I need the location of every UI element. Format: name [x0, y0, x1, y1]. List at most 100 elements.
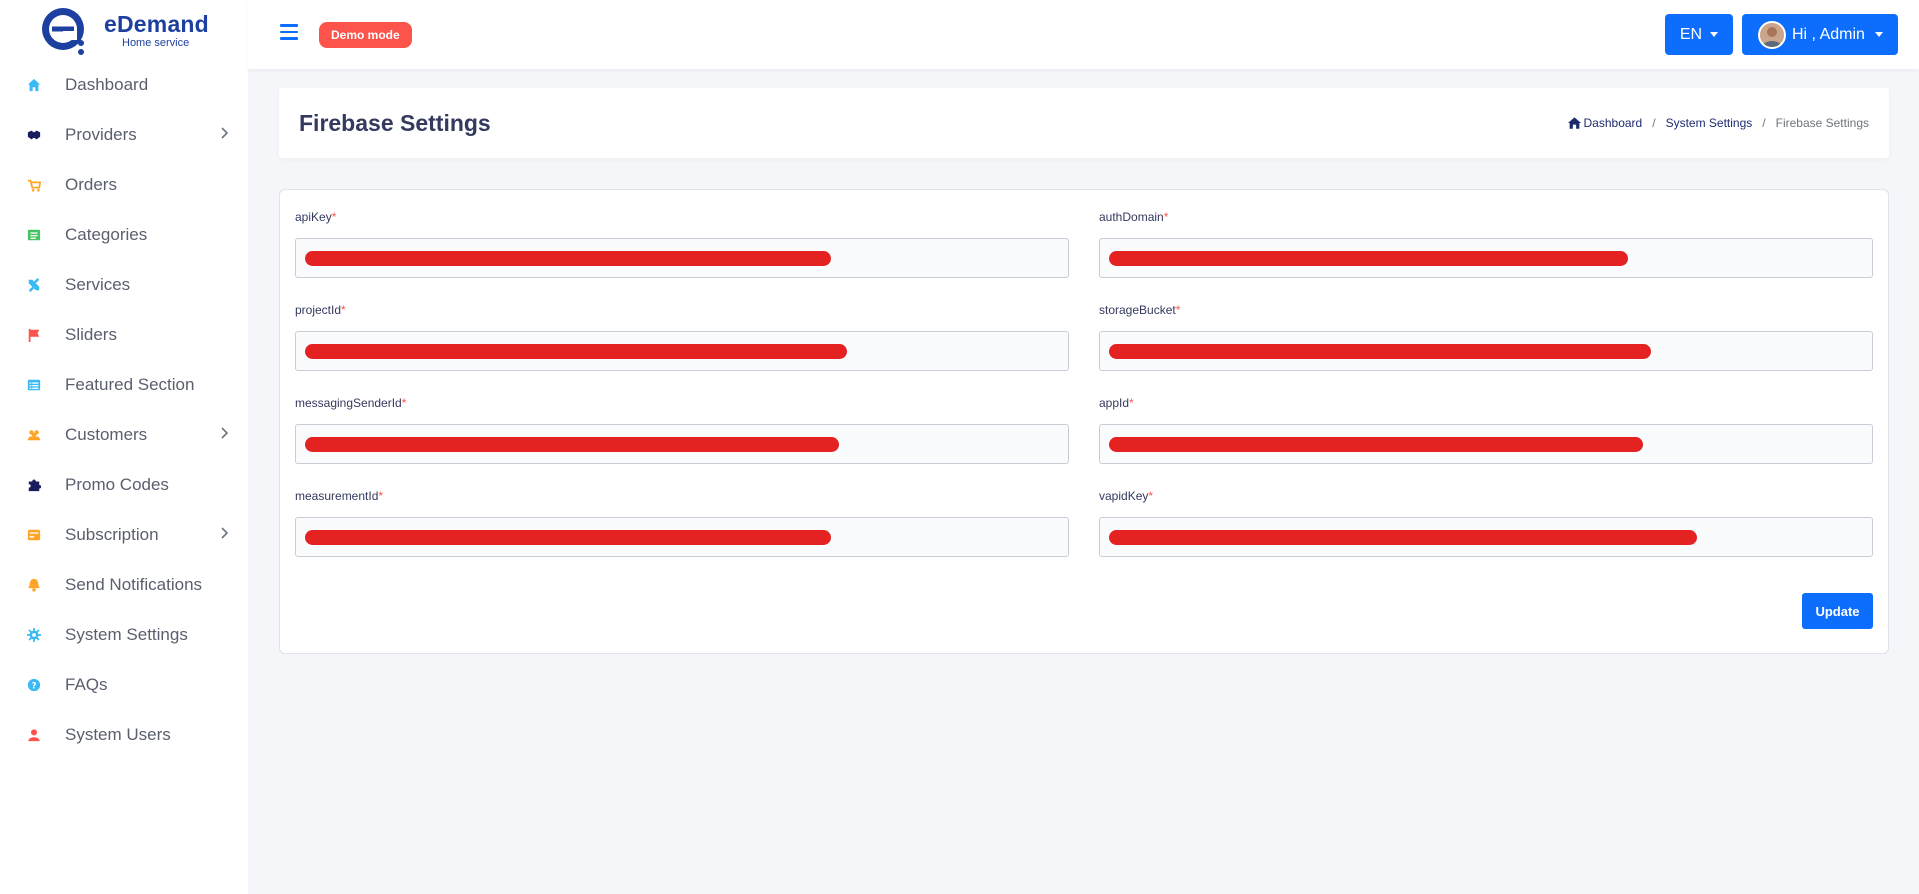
chevron-right-icon [221, 127, 229, 139]
app-id-label: appId* [1099, 396, 1134, 410]
sidebar-item-label: System Users [65, 725, 171, 744]
sidebar-item-label: System Settings [65, 625, 188, 644]
handshake-icon [26, 127, 42, 143]
user-icon [26, 727, 42, 743]
bell-icon [26, 577, 42, 593]
sidebar-item-customers[interactable]: Customers [0, 410, 248, 460]
page-header: Firebase Settings Dashboard / System Set… [279, 88, 1889, 158]
project-id-input[interactable] [295, 331, 1069, 371]
firebase-settings-card: apiKey* authDomain* projectId* storageBucke… [279, 189, 1889, 654]
api-key-label: apiKey* [295, 210, 337, 224]
project-id-field-group: projectId* [295, 303, 1069, 371]
caret-down-icon [1874, 32, 1883, 37]
measurement-id-input[interactable] [295, 517, 1069, 557]
sidebar-item-system-settings[interactable]: System Settings [0, 610, 248, 660]
sidebar-item-label: Customers [65, 425, 148, 444]
page-title: Firebase Settings [299, 110, 491, 136]
edemand-logo-icon [42, 8, 84, 55]
auth-domain-input[interactable] [1099, 238, 1873, 278]
brand-name: eDemand [104, 11, 209, 37]
messaging-sender-id-field-group: messagingSenderId* [295, 396, 1069, 464]
chevron-right-icon [221, 527, 229, 539]
home-icon [1567, 117, 1581, 129]
messaging-sender-id-label: messagingSenderId* [295, 396, 407, 410]
storage-bucket-label: storageBucket* [1099, 303, 1181, 317]
required-marker: * [401, 396, 407, 410]
breadcrumb-separator: / [1762, 116, 1766, 130]
redaction-mark [1109, 344, 1651, 359]
sidebar-item-label: Send Notifications [65, 575, 203, 594]
vapid-key-input[interactable] [1099, 517, 1873, 557]
redaction-mark [305, 251, 831, 266]
required-marker: * [1129, 396, 1134, 410]
sidebar-item-sliders[interactable]: Sliders [0, 310, 248, 360]
app-id-input[interactable] [1099, 424, 1873, 464]
avatar [1758, 20, 1786, 49]
redaction-mark [305, 344, 847, 359]
sidebar-item-send-notifications[interactable]: Send Notifications [0, 560, 248, 610]
required-marker: * [378, 489, 384, 503]
redaction-mark [1109, 530, 1697, 545]
sidebar-item-faqs[interactable]: ? FAQs [0, 660, 248, 710]
sidebar-item-label: Dashboard [65, 75, 149, 94]
sidebar-item-subscription[interactable]: Subscription [0, 510, 248, 560]
vapid-key-label: vapidKey* [1099, 489, 1154, 503]
list-alt-icon [26, 377, 42, 393]
breadcrumb: Dashboard / System Settings / Firebase S… [1567, 116, 1869, 130]
sidebar-item-providers[interactable]: Providers [0, 110, 248, 160]
required-marker: * [1163, 210, 1169, 224]
sidebar-item-label: Subscription [65, 525, 159, 544]
brand-logo-link[interactable]: eDemand Home service [40, 6, 220, 56]
storage-bucket-field-group: storageBucket* [1099, 303, 1873, 371]
messaging-sender-id-input[interactable] [295, 424, 1069, 464]
required-marker: * [341, 303, 346, 317]
language-dropdown[interactable]: EN [1665, 14, 1733, 55]
menu-toggle-icon[interactable] [280, 24, 298, 40]
cart-icon [26, 177, 42, 193]
sidebar-item-services[interactable]: Services [0, 260, 248, 310]
gear-icon [26, 627, 42, 643]
sidebar-item-promo-codes[interactable]: Promo Codes [0, 460, 248, 510]
user-greeting: Hi , Admin [1792, 25, 1865, 43]
redaction-mark [305, 530, 831, 545]
chevron-right-icon [221, 427, 229, 439]
question-circle-icon: ? [26, 677, 42, 693]
redaction-mark [305, 437, 839, 452]
api-key-input[interactable] [295, 238, 1069, 278]
svg-text:?: ? [31, 682, 36, 692]
caret-down-icon [1710, 32, 1719, 37]
sidebar-item-orders[interactable]: Orders [0, 160, 248, 210]
sidebar-item-dashboard[interactable]: Dashboard [0, 60, 248, 110]
measurement-id-field-group: measurementId* [295, 489, 1069, 557]
breadcrumb-current: Firebase Settings [1775, 116, 1869, 130]
language-label: EN [1679, 25, 1703, 43]
storage-bucket-input[interactable] [1099, 331, 1873, 371]
vapid-key-field-group: vapidKey* [1099, 489, 1873, 557]
sidebar-item-categories[interactable]: Categories [0, 210, 248, 260]
sidebar-menu: Dashboard Providers Orders Categories Servic… [0, 60, 248, 760]
sidebar-item-system-users[interactable]: System Users [0, 710, 248, 760]
sidebar-item-label: Featured Section [65, 375, 195, 394]
api-key-field-group: apiKey* [295, 210, 1069, 278]
breadcrumb-separator: / [1652, 116, 1656, 130]
breadcrumb-system-settings-link[interactable]: System Settings [1666, 116, 1753, 130]
sidebar-item-featured-section[interactable]: Featured Section [0, 360, 248, 410]
auth-domain-field-group: authDomain* [1099, 210, 1873, 278]
redaction-mark [1109, 437, 1643, 452]
breadcrumb-dashboard-link[interactable]: Dashboard [1584, 116, 1643, 130]
brand-subtitle: Home service [122, 37, 190, 49]
update-button[interactable]: Update [1802, 593, 1873, 629]
list-icon [26, 227, 42, 243]
sidebar-item-label: Orders [65, 175, 117, 194]
tools-icon [26, 277, 42, 293]
sidebar: eDemand Home service Dashboard Providers O… [0, 0, 248, 894]
flag-icon [26, 327, 42, 343]
measurement-id-label: measurementId* [295, 489, 384, 503]
sidebar-item-label: FAQs [65, 675, 108, 694]
demo-mode-badge: Demo mode [319, 22, 412, 48]
puzzle-icon [26, 477, 42, 493]
sidebar-item-label: Providers [65, 125, 137, 144]
required-marker: * [1148, 489, 1154, 503]
user-dropdown[interactable]: Hi , Admin [1742, 14, 1898, 55]
card-icon [26, 527, 42, 543]
